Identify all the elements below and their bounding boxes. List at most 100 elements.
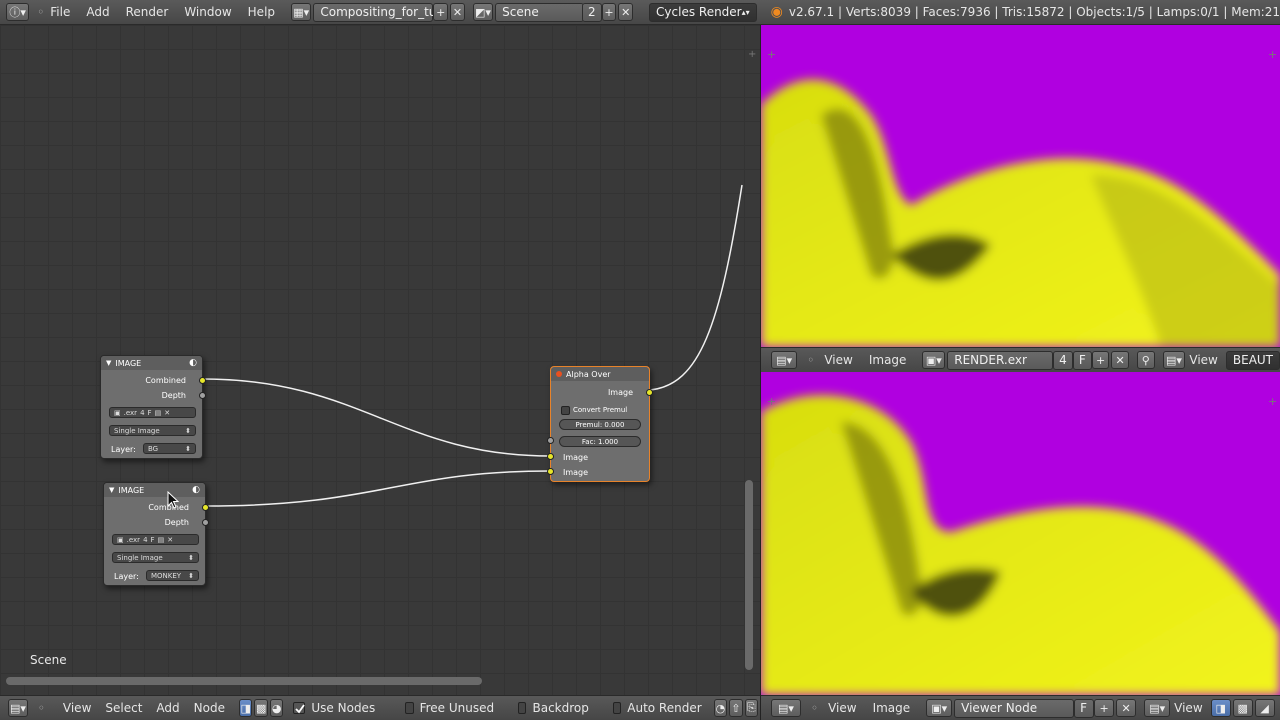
image-filename[interactable]: .exr (127, 536, 140, 544)
viewer-node-image[interactable]: + + (761, 372, 1280, 695)
output-combined-socket[interactable] (202, 504, 209, 511)
open-image-icon[interactable]: ▤ (158, 536, 165, 544)
use-nodes-checkbox[interactable] (293, 702, 306, 714)
output-combined-socket[interactable] (199, 377, 206, 384)
menu-add[interactable]: Add (156, 701, 179, 715)
add-icon[interactable]: + (1091, 351, 1110, 369)
scene-close-icon[interactable]: ✕ (618, 3, 634, 21)
image-node-bg[interactable]: ▼ IMAGE ◐ Combined Depth ▣ .exr 4 F ▤ ✕ … (100, 355, 206, 459)
node-editor[interactable]: ▼ IMAGE ◐ Combined Depth ▣ .exr 4 F ▤ ✕ … (0, 25, 760, 695)
fac-slider[interactable]: Fac: 1.000 (559, 436, 641, 447)
fake-user-toggle[interactable]: F (1072, 350, 1092, 370)
output-image-socket[interactable] (646, 389, 653, 396)
unlink-image-icon[interactable]: ✕ (164, 409, 170, 417)
image-node-monkey[interactable]: ▼ IMAGE ◐ Combined Depth ▣ .exr 4 F ▤ ✕ … (103, 482, 209, 586)
output-depth-socket[interactable] (199, 392, 206, 399)
collapse-triangle-icon[interactable]: ▼ (109, 486, 114, 494)
node-preview-icon[interactable]: ◐ (192, 485, 200, 495)
unlink-image-icon[interactable]: ✕ (167, 536, 173, 544)
texture-nodes-icon[interactable]: ◕ (269, 699, 284, 717)
scene-add-icon[interactable]: + (601, 3, 617, 21)
layer-dropdown[interactable]: MONKEY ⬍ (146, 570, 199, 581)
node-preview-icon[interactable]: ◐ (189, 358, 197, 368)
add-icon[interactable]: + (1094, 699, 1115, 717)
menu-help[interactable]: Help (248, 5, 275, 19)
alpha-over-node[interactable]: Alpha Over Image Convert Premul Premul: … (547, 366, 653, 482)
render-image-viewer[interactable]: + + (761, 25, 1280, 347)
close-icon[interactable]: ✕ (450, 3, 465, 21)
view-dropdown[interactable]: View (1174, 701, 1202, 715)
view-dropdown[interactable]: View (1189, 353, 1217, 367)
snap-icon[interactable]: ◔ (713, 699, 728, 717)
output-depth-socket[interactable] (202, 519, 209, 526)
browse-image-icon[interactable]: ▣▾ (922, 351, 946, 369)
image-name-field[interactable]: RENDER.exr (947, 350, 1054, 370)
convert-premul-checkbox[interactable] (561, 406, 570, 415)
menu-select[interactable]: Select (105, 701, 142, 715)
menu-view[interactable]: View (824, 353, 852, 367)
auto-render-checkbox[interactable] (612, 702, 622, 714)
collapse-menus-icon[interactable]: ◦ (807, 353, 814, 367)
screen-layout-icon[interactable]: ▦▾ (291, 3, 312, 21)
node-header[interactable]: ▼ IMAGE ◐ (101, 356, 202, 370)
collapse-icon[interactable]: ◦ (37, 5, 44, 19)
close-icon[interactable]: ✕ (1111, 351, 1129, 369)
browse-image-icon[interactable]: ▣▾ (926, 699, 953, 717)
menu-render[interactable]: Render (126, 5, 169, 19)
image-file-selector[interactable]: ▣ .exr 4 F ▤ ✕ (109, 407, 196, 418)
info-icon[interactable]: ⓘ▾ (6, 3, 30, 21)
compositing-nodes-icon[interactable]: ▩ (254, 699, 268, 717)
collapse-menus-icon[interactable]: ◦ (811, 701, 818, 715)
image-name-field[interactable]: Viewer Node (954, 698, 1075, 718)
image-source-dropdown[interactable]: Single Image ⬍ (109, 425, 196, 436)
menu-image[interactable]: Image (869, 353, 907, 367)
image-filename[interactable]: .exr (124, 409, 137, 417)
free-unused-checkbox[interactable] (405, 702, 414, 714)
z-buffer-icon[interactable]: ◢ (1254, 699, 1275, 717)
menu-add[interactable]: Add (86, 5, 109, 19)
fake-user-toggle[interactable]: F (1074, 698, 1095, 718)
collapse-triangle-icon[interactable]: ▼ (106, 359, 111, 367)
add-icon[interactable]: + (433, 3, 449, 21)
premul-slider[interactable]: Premul: 0.000 (559, 419, 641, 430)
backdrop-checkbox[interactable] (518, 702, 527, 714)
menu-file[interactable]: File (50, 5, 70, 19)
render-engine-dropdown[interactable]: Cycles Render ▴▾ (649, 2, 757, 22)
image-file-selector[interactable]: ▣ .exr 4 F ▤ ✕ (112, 534, 199, 545)
browse-image-icon[interactable]: ▣ (114, 409, 121, 417)
screen-layout-field[interactable]: Compositing_for_tut (313, 2, 441, 22)
node-editor-icon[interactable]: ▤▾ (8, 699, 28, 717)
draw-channels-icon[interactable]: ◨ (1210, 699, 1231, 717)
collapse-menus-icon[interactable]: ◦ (38, 701, 45, 715)
scene-field[interactable]: Scene (495, 2, 584, 22)
input-fac-socket[interactable] (547, 437, 554, 444)
browse-image-icon[interactable]: ▣ (117, 536, 124, 544)
close-icon[interactable]: ✕ (1116, 699, 1137, 717)
menu-window[interactable]: Window (184, 5, 231, 19)
view-icon[interactable]: ▤▾ (1162, 351, 1186, 369)
input-image1-socket[interactable] (547, 453, 554, 460)
image-editor-icon[interactable]: ▤▾ (771, 351, 798, 369)
open-image-icon[interactable]: ▤ (155, 409, 162, 417)
fake-user-toggle[interactable]: F (148, 409, 152, 417)
layer-dropdown[interactable]: BG ⬍ (143, 443, 196, 454)
menu-node[interactable]: Node (194, 701, 225, 715)
fake-user-toggle[interactable]: F (151, 536, 155, 544)
node-header[interactable]: ▼ IMAGE ◐ (104, 483, 205, 497)
menu-view[interactable]: View (63, 701, 91, 715)
input-image2-socket[interactable] (547, 468, 554, 475)
menu-view[interactable]: View (828, 701, 856, 715)
scene-icon[interactable]: ◩▾ (472, 3, 494, 21)
alpha-icon[interactable]: ▩ (1232, 699, 1253, 717)
render-pass-dropdown[interactable]: BEAUT (1225, 350, 1280, 370)
image-source-dropdown[interactable]: Single Image ⬍ (112, 552, 199, 563)
pin-icon[interactable]: ⚲ (1136, 351, 1155, 369)
copy-icon[interactable]: ⎘ (744, 699, 759, 717)
horizontal-scrollbar[interactable] (6, 677, 482, 685)
region-expand-icon[interactable]: + (748, 49, 756, 60)
parent-node-icon[interactable]: ⇧ (729, 699, 743, 717)
shader-nodes-icon[interactable]: ◨ (238, 699, 253, 717)
node-header[interactable]: Alpha Over (551, 367, 649, 381)
image-editor-icon[interactable]: ▤▾ (771, 699, 801, 717)
view-icon[interactable]: ▤▾ (1144, 699, 1171, 717)
